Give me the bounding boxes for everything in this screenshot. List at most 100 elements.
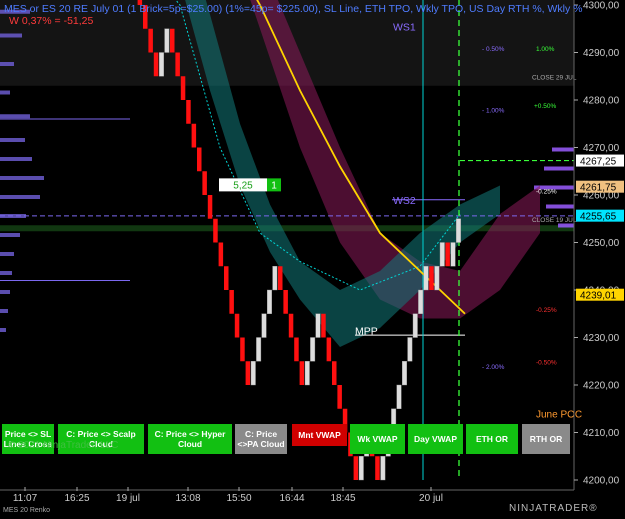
chart-header-weekly-change: W 0,37% = -51,25 — [9, 15, 94, 27]
price-tick-label: 4230,00 — [583, 333, 620, 344]
renko-brick — [299, 361, 305, 385]
volume-profile-bar — [0, 290, 10, 294]
volume-profile-bar — [0, 138, 25, 142]
renko-brick — [326, 337, 332, 362]
renko-brick — [175, 52, 180, 77]
volume-profile-bar — [0, 271, 12, 275]
renko-brick — [197, 147, 202, 172]
price-tick-label: 4220,00 — [583, 381, 620, 392]
renko-brick — [213, 218, 218, 243]
renko-brick — [170, 28, 175, 53]
renko-brick — [234, 313, 240, 338]
price-tick-label: 4270,00 — [583, 143, 620, 154]
volume-profile-bar — [0, 157, 32, 161]
button-wk-vwap[interactable]: Wk VWAP — [350, 424, 405, 454]
renko-brick — [288, 313, 294, 338]
renko-brick — [245, 361, 251, 385]
renko-brick — [321, 313, 326, 338]
renko-brick — [445, 242, 450, 267]
instrument-footer: MES 20 Renko — [3, 507, 51, 514]
renko-brick — [337, 385, 342, 409]
renko-brick — [250, 361, 256, 386]
renko-brick — [261, 313, 267, 338]
percent-label: - 0.50% — [482, 46, 505, 53]
price-tag-label: 4267,25 — [580, 157, 617, 168]
button-pa-cloud[interactable]: C: Price <>PA Cloud — [235, 424, 287, 454]
renko-brick — [218, 242, 224, 267]
renko-brick — [272, 266, 278, 291]
renko-brick — [158, 52, 164, 77]
renko-brick — [353, 456, 359, 480]
price-tick-label: 4290,00 — [583, 48, 620, 59]
volume-profile-bar — [544, 166, 574, 171]
percent-label: 1.00% — [536, 46, 555, 53]
level-label-ws2: WS2 — [393, 195, 416, 207]
price-tick-label: 4210,00 — [583, 428, 620, 439]
renko-brick — [407, 337, 413, 362]
renko-brick — [224, 266, 229, 290]
level-label-mpp: MPP — [355, 325, 378, 337]
renko-brick — [429, 266, 434, 290]
volume-profile-bar — [558, 223, 574, 228]
time-tick-label: 20 jul — [419, 493, 443, 504]
time-tick-label: 16:25 — [64, 493, 89, 504]
renko-brick — [375, 456, 380, 480]
button-hyper-cloud[interactable]: C: Price <> Hyper Cloud — [148, 424, 232, 454]
price-tick-label: 4200,00 — [583, 476, 620, 487]
volume-profile-bar — [546, 204, 574, 209]
percent-label: -0.50% — [536, 359, 557, 366]
renko-brick — [240, 337, 245, 362]
button-rth-or[interactable]: RTH OR — [522, 424, 570, 454]
price-tick-label: 4250,00 — [583, 238, 620, 249]
renko-brick — [402, 361, 407, 386]
renko-brick — [315, 313, 321, 338]
time-tick-label: 19 jul — [116, 493, 140, 504]
volume-profile-bar — [0, 309, 8, 313]
button-day-vwap[interactable]: Day VWAP — [408, 424, 463, 454]
volume-profile-bar — [0, 195, 40, 199]
percent-label: -0.25% — [536, 188, 557, 195]
renko-brick — [256, 337, 262, 362]
renko-brick — [229, 290, 234, 314]
volume-profile-bar — [0, 233, 20, 237]
volume-profile-bar — [0, 62, 14, 66]
renko-brick — [267, 289, 272, 314]
renko-brick — [310, 337, 316, 362]
renko-brick — [380, 456, 386, 481]
renko-brick — [148, 28, 153, 53]
percent-label: CLOSE 19 JUL — [532, 217, 577, 224]
renko-brick — [332, 361, 337, 385]
volume-profile-bar — [0, 328, 6, 332]
renko-brick — [456, 218, 461, 243]
renko-brick — [412, 313, 418, 338]
brick-count-value: 1 — [271, 180, 277, 191]
time-tick-label: 11:07 — [13, 493, 38, 504]
price-tick-label: 4300,00 — [583, 1, 620, 12]
renko-brick — [304, 361, 310, 386]
renko-brick — [278, 266, 283, 290]
renko-brick — [423, 266, 429, 291]
price-tag-label: 4261,75 — [580, 183, 617, 194]
renko-brick — [439, 242, 445, 267]
ninjatrader-logo: NINJATRADER® — [509, 503, 598, 514]
button-eth-or[interactable]: ETH OR — [466, 424, 518, 454]
renko-brick — [207, 195, 213, 219]
percent-label: - 1.00% — [482, 108, 505, 115]
percent-label: - 2.00% — [482, 364, 505, 371]
time-tick-label: 18:45 — [330, 493, 355, 504]
brick-remaining-value: 5,25 — [233, 180, 253, 191]
price-tag-label: 4239,01 — [580, 291, 617, 302]
time-tick-label: 13:08 — [175, 493, 200, 504]
percent-label: -0.25% — [536, 307, 557, 314]
chart-header-title: MES or ES 20 RE July 01 (1 Brick=5p=$25.… — [4, 3, 583, 15]
renko-brick — [396, 384, 402, 409]
copyright-text: © 2021 NinjaTrader, LLC — [8, 440, 119, 451]
button-mnt-vwap[interactable]: Mnt VWAP — [292, 424, 347, 446]
volume-profile-bar — [0, 114, 30, 119]
volume-profile-bar — [0, 252, 14, 256]
volume-profile-bar — [0, 176, 44, 180]
poc-label: June POC — [536, 410, 582, 421]
renko-brick — [186, 100, 191, 124]
percent-label: +0.50% — [534, 103, 556, 110]
volume-profile-bar — [0, 90, 10, 95]
